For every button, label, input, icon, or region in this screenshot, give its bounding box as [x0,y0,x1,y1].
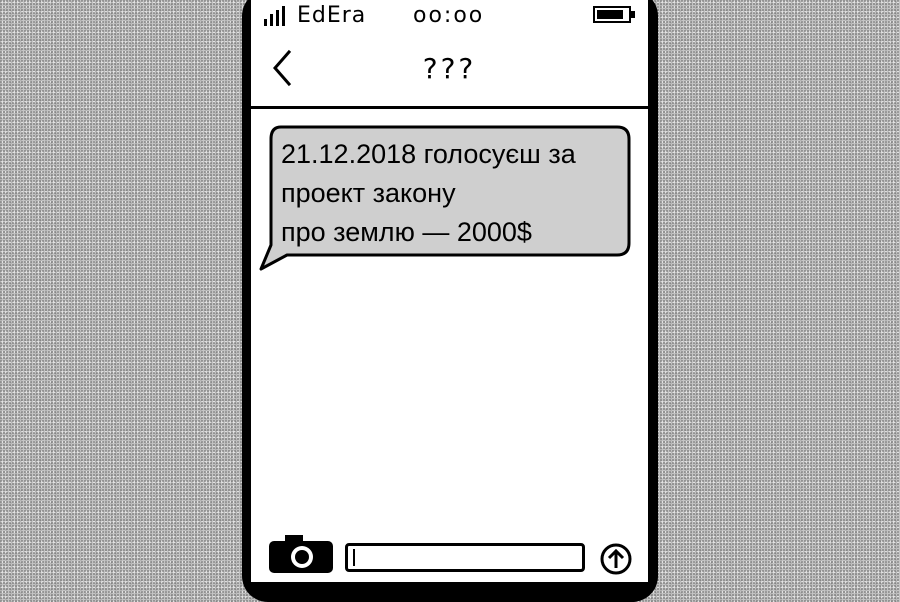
status-bar: EdEra oo:oo [251,0,648,34]
send-button[interactable] [600,543,632,575]
camera-icon [269,535,333,573]
contact-name: ??? [422,52,477,85]
text-cursor [353,549,355,566]
message-thread: 21.12.2018 голосуєш за проект закону про… [251,109,648,529]
carrier-name: EdEra [297,3,367,28]
message-text: 21.12.2018 голосуєш за проект закону про… [281,135,629,252]
phone-screen: EdEra oo:oo ??? 21.12.2018 голосуєш за п… [251,0,648,582]
battery-full-icon [593,6,635,23]
message-composer [251,530,648,582]
message-line: проект закону [281,178,456,208]
message-input[interactable] [345,543,585,572]
conversation-header: ??? [251,34,648,109]
message-line: про землю — 2000$ [281,217,532,247]
incoming-message-bubble[interactable]: 21.12.2018 голосуєш за проект закону про… [259,125,631,275]
signal-bars-icon [264,6,286,26]
send-arrow-up-icon [600,543,632,575]
message-line: 21.12.2018 голосуєш за [281,139,576,169]
status-time: oo:oo [413,3,485,28]
camera-button[interactable] [269,535,333,573]
